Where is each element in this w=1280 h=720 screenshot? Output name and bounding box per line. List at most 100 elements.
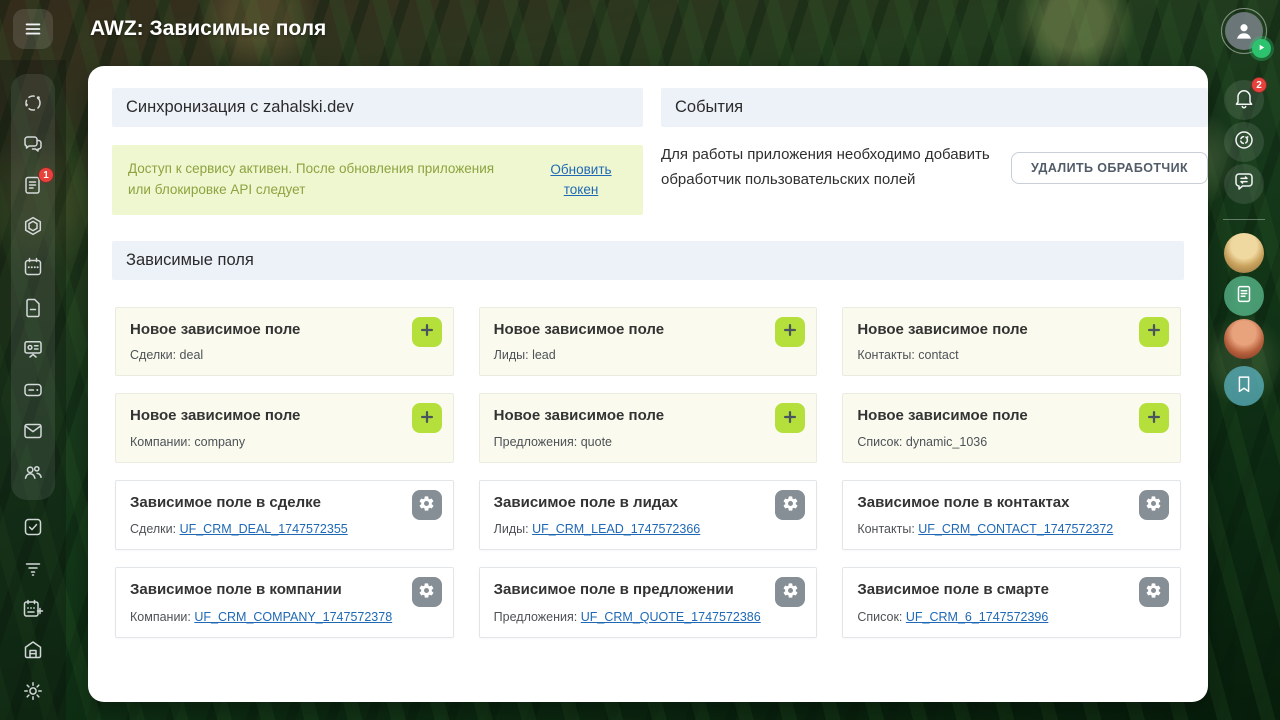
right-sidebar: 2 xyxy=(1208,0,1280,409)
pulse-icon xyxy=(21,91,45,115)
sidebar-item-mail[interactable] xyxy=(11,410,55,451)
plus-icon xyxy=(781,408,799,429)
add-field-button[interactable] xyxy=(775,403,805,433)
hamburger-icon xyxy=(22,18,44,40)
field-code-link[interactable]: UF_CRM_6_1747572396 xyxy=(906,610,1048,624)
chat-bubbles-icon xyxy=(21,132,45,156)
menu-button[interactable] xyxy=(13,9,53,49)
configured-field-card: Зависимое поле в контактах Контакты: UF_… xyxy=(842,480,1181,551)
card-subtitle: Сделки: deal xyxy=(130,348,399,362)
field-label: Лиды: xyxy=(494,522,532,536)
card-subtitle: Лиды: lead xyxy=(494,348,763,362)
sidebar-item-market[interactable] xyxy=(11,629,55,670)
field-code-link[interactable]: UF_CRM_LEAD_1747572366 xyxy=(532,522,700,536)
configure-field-button[interactable] xyxy=(775,577,805,607)
people-icon xyxy=(21,460,45,484)
drive-icon xyxy=(21,378,45,402)
bookmark-icon xyxy=(1233,373,1255,400)
field-label: Список: xyxy=(857,610,906,624)
sidebar-item-planner[interactable] xyxy=(11,588,55,629)
add-field-button[interactable] xyxy=(1139,403,1169,433)
helpdesk-button[interactable] xyxy=(1224,164,1264,204)
sidebar-item-drive[interactable] xyxy=(11,369,55,410)
card-subtitle: Предложения: quote xyxy=(494,435,763,449)
calendar-icon xyxy=(21,255,45,279)
events-description: Для работы приложения необходимо добавит… xyxy=(661,143,1011,193)
add-field-button[interactable] xyxy=(412,317,442,347)
configured-field-card: Зависимое поле в компании Компании: UF_C… xyxy=(115,567,454,638)
sidebar-item-employees[interactable] xyxy=(11,451,55,492)
play-badge[interactable] xyxy=(1252,39,1271,58)
profile-avatar[interactable] xyxy=(1221,8,1267,54)
document-widget-button[interactable] xyxy=(1224,276,1264,316)
mail-icon xyxy=(21,419,45,443)
field-label: Сделки: xyxy=(130,522,180,536)
card-title: Новое зависимое поле xyxy=(857,319,1126,342)
notifications-button[interactable]: 2 xyxy=(1224,80,1264,120)
gear-icon xyxy=(418,495,435,515)
events-header: События xyxy=(661,88,1208,127)
fields-grid: Новое зависимое поле Сделки: deal Новое … xyxy=(112,307,1184,638)
configure-field-button[interactable] xyxy=(412,490,442,520)
field-code-link[interactable]: UF_CRM_CONTACT_1747572372 xyxy=(918,522,1113,536)
card-title: Зависимое поле в сделке xyxy=(130,492,399,515)
page-title: AWZ: Зависимые поля xyxy=(90,17,326,41)
gear-icon xyxy=(782,582,799,602)
new-field-card: Новое зависимое поле Контакты: contact xyxy=(842,307,1181,377)
sidebar-item-crm[interactable] xyxy=(11,328,55,369)
card-title: Зависимое поле в предложении xyxy=(494,579,763,602)
delete-handler-button[interactable]: УДАЛИТЬ ОБРАБОТЧИК xyxy=(1011,152,1208,184)
configured-field-card: Зависимое поле в предложении Предложения… xyxy=(479,567,818,638)
sidebar-item-sales-funnel[interactable] xyxy=(11,547,55,588)
add-field-button[interactable] xyxy=(1139,317,1169,347)
configure-field-button[interactable] xyxy=(1139,490,1169,520)
sidebar-item-calendar[interactable] xyxy=(11,246,55,287)
sidebar-item-newsfeed[interactable]: 1 xyxy=(11,164,55,205)
add-field-button[interactable] xyxy=(412,403,442,433)
main-panel: Синхронизация с zahalski.dev Доступ к се… xyxy=(88,66,1208,702)
configure-field-button[interactable] xyxy=(412,577,442,607)
card-title: Зависимое поле в лидах xyxy=(494,492,763,515)
card-title: Зависимое поле в смарте xyxy=(857,579,1126,602)
plus-icon xyxy=(1145,321,1163,342)
sidebar-item-messenger[interactable] xyxy=(11,123,55,164)
gear-icon xyxy=(418,582,435,602)
copilot-button[interactable] xyxy=(1224,122,1264,162)
sidebar-item-sites[interactable] xyxy=(11,205,55,246)
card-subtitle: Компании: company xyxy=(130,435,399,449)
user-avatar[interactable] xyxy=(1224,233,1264,273)
configure-field-button[interactable] xyxy=(1139,577,1169,607)
left-sidebar-extra xyxy=(11,506,55,711)
gear-icon xyxy=(1145,582,1162,602)
card-subtitle: Контакты: contact xyxy=(857,348,1126,362)
doc-lines-icon xyxy=(1233,283,1255,310)
new-field-card: Новое зависимое поле Предложения: quote xyxy=(479,393,818,463)
sync-section: Синхронизация с zahalski.dev Доступ к се… xyxy=(112,88,643,215)
field-label: Предложения: xyxy=(494,610,581,624)
sidebar-item-documents[interactable] xyxy=(11,287,55,328)
presentation-board-icon xyxy=(21,337,45,361)
field-code-link[interactable]: UF_CRM_QUOTE_1747572386 xyxy=(581,610,761,624)
card-title: Новое зависимое поле xyxy=(130,319,399,342)
sidebar-item-pulse[interactable] xyxy=(11,82,55,123)
bookmark-widget-button[interactable] xyxy=(1224,366,1264,406)
sync-alert: Доступ к сервису активен. После обновлен… xyxy=(112,145,643,215)
hexagon-icon xyxy=(21,214,45,238)
configure-field-button[interactable] xyxy=(775,490,805,520)
user-avatar[interactable] xyxy=(1224,319,1264,359)
check-square-icon xyxy=(21,515,45,539)
field-code-link[interactable]: UF_CRM_COMPANY_1747572378 xyxy=(194,610,392,624)
card-title: Новое зависимое поле xyxy=(494,405,763,428)
refresh-token-link[interactable]: Обновить токен xyxy=(537,160,625,201)
left-sidebar-pill: 1 xyxy=(11,74,55,500)
sidebar-item-settings[interactable] xyxy=(11,670,55,711)
card-title: Новое зависимое поле xyxy=(494,319,763,342)
card-subtitle: Список: dynamic_1036 xyxy=(857,435,1126,449)
field-label: Контакты: xyxy=(857,522,918,536)
field-code-link[interactable]: UF_CRM_DEAL_1747572355 xyxy=(180,522,348,536)
add-field-button[interactable] xyxy=(775,317,805,347)
notifications-badge: 2 xyxy=(1251,77,1267,93)
card-title: Зависимое поле в компании xyxy=(130,579,399,602)
sidebar-item-tasks[interactable] xyxy=(11,506,55,547)
planner-plus-icon xyxy=(21,597,45,621)
